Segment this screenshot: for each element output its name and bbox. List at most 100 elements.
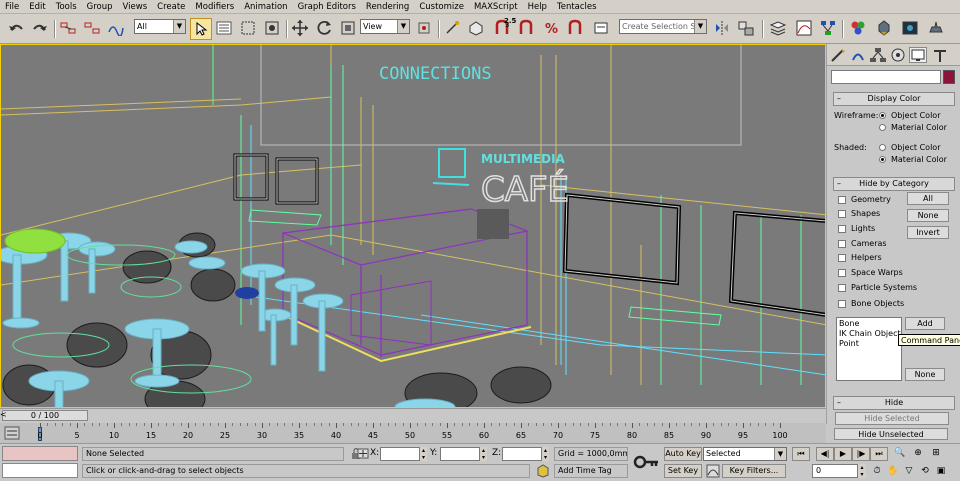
menu-file[interactable]: File <box>0 0 24 14</box>
hide-unselected-button[interactable]: Hide Unselected <box>834 428 948 440</box>
shapes-checkbox[interactable] <box>838 210 846 218</box>
y-spinner[interactable]: ▴ ▾ <box>480 447 487 461</box>
key-filters-button[interactable]: Key Filters... <box>722 464 786 478</box>
material-editor-icon[interactable] <box>848 18 868 38</box>
reference-coordinate-dropdown[interactable]: View ▼ <box>360 19 410 34</box>
select-by-name-icon[interactable] <box>214 18 234 38</box>
play-icon[interactable]: ▶ <box>834 447 852 461</box>
field-of-view-icon[interactable]: ▽ <box>902 464 916 478</box>
menu-rendering[interactable]: Rendering <box>361 0 414 14</box>
time-slider-thumb[interactable]: 0 / 100 <box>2 410 88 421</box>
current-frame-field[interactable]: 0 <box>812 464 858 478</box>
maximize-viewport-icon[interactable]: ▣ <box>934 464 948 478</box>
named-selection-dropdown[interactable]: Create Selection Set ▼ <box>619 19 707 34</box>
display-color-rollout-header[interactable]: – Display Color <box>833 92 955 106</box>
helpers-checkbox[interactable] <box>838 254 846 262</box>
auto-key-button[interactable]: Auto Key <box>664 447 702 461</box>
wireframe-material-color-radio[interactable] <box>879 124 886 131</box>
category-list[interactable]: Bone IK Chain Object Point <box>836 317 902 381</box>
menu-tentacles[interactable]: Tentacles <box>552 0 602 14</box>
menu-views[interactable]: Views <box>118 0 153 14</box>
lights-checkbox[interactable] <box>838 225 846 233</box>
menu-group[interactable]: Group <box>82 0 118 14</box>
pan-icon[interactable]: ✋ <box>886 464 900 478</box>
curve-editor-icon[interactable] <box>794 18 814 38</box>
select-object-icon[interactable] <box>190 18 212 40</box>
rendered-frame-window-icon[interactable] <box>900 18 920 38</box>
object-color-swatch[interactable] <box>943 70 955 84</box>
window-crossing-icon[interactable] <box>262 18 282 38</box>
rectangular-selection-icon[interactable] <box>238 18 258 38</box>
hide-by-category-rollout-header[interactable]: – Hide by Category <box>833 177 955 191</box>
next-frame-icon[interactable]: |▶ <box>852 447 870 461</box>
set-key-button[interactable]: Set Key <box>664 464 702 478</box>
geometry-checkbox[interactable] <box>838 196 846 204</box>
select-and-move-icon[interactable] <box>290 18 310 38</box>
space-warps-checkbox[interactable] <box>838 269 846 277</box>
time-slider-track[interactable]: 0 / 100 < <box>0 408 826 422</box>
z-spinner[interactable]: ▴ ▾ <box>542 447 549 461</box>
hide-none-button[interactable]: None <box>907 209 949 222</box>
hierarchy-tab-icon[interactable] <box>869 47 887 63</box>
pivot-center-icon[interactable] <box>414 18 434 38</box>
utilities-tab-icon[interactable] <box>931 47 949 63</box>
time-tag-icon[interactable] <box>536 464 550 478</box>
motion-tab-icon[interactable] <box>889 47 907 63</box>
maxscript-listener-field[interactable] <box>2 446 78 461</box>
key-tangents-icon[interactable] <box>706 464 720 478</box>
menu-tools[interactable]: Tools <box>51 0 82 14</box>
menu-animation[interactable]: Animation <box>239 0 292 14</box>
track-bar[interactable]: 0 5 10 15 20 25 30 35 40 45 50 55 60 65 70 75 80 85 90 95 10… <box>0 423 826 443</box>
redo-icon[interactable] <box>30 18 50 38</box>
go-to-start-icon[interactable]: ⏮ <box>792 447 810 461</box>
select-and-manipulate-icon[interactable] <box>442 18 462 38</box>
x-coordinate-field[interactable] <box>380 447 420 461</box>
absolute-mode-icon[interactable] <box>356 447 370 460</box>
bone-objects-checkbox[interactable] <box>838 300 846 308</box>
unlink-selection-icon[interactable] <box>82 18 102 38</box>
list-none-button[interactable]: None <box>905 368 945 381</box>
perspective-viewport[interactable]: CONNECTIONS MULTIMEDIA CAFÉ <box>0 44 826 408</box>
list-item[interactable]: Point <box>839 339 859 348</box>
hide-invert-button[interactable]: Invert <box>907 226 949 239</box>
percent-snap-icon[interactable]: % <box>542 18 562 38</box>
hide-all-button[interactable]: All <box>907 192 949 205</box>
zoom-all-icon[interactable]: ⊕ <box>910 447 926 461</box>
key-mode-dropdown[interactable]: Selected ▼ <box>703 447 787 461</box>
set-key-icon[interactable] <box>632 450 660 474</box>
object-name-field[interactable] <box>831 70 941 84</box>
hide-rollout-header[interactable]: – Hide <box>833 396 955 410</box>
named-selection-edit-icon[interactable] <box>592 18 612 38</box>
layer-manager-icon[interactable] <box>768 18 788 38</box>
quick-render-icon[interactable] <box>926 18 946 38</box>
undo-icon[interactable] <box>6 18 26 38</box>
display-tab-icon[interactable] <box>909 47 927 63</box>
zoom-icon[interactable]: 🔍 <box>892 447 908 461</box>
menu-create[interactable]: Create <box>152 0 190 14</box>
menu-maxscript[interactable]: MAXScript <box>469 0 523 14</box>
wireframe-object-color-radio[interactable] <box>879 112 886 119</box>
menu-customize[interactable]: Customize <box>414 0 469 14</box>
render-setup-icon[interactable] <box>874 18 894 38</box>
x-spinner[interactable]: ▴ ▾ <box>420 447 427 461</box>
zoom-extents-icon[interactable]: ⊞ <box>928 447 944 461</box>
schematic-view-icon[interactable] <box>818 18 838 38</box>
slider-prev-icon[interactable]: < <box>0 410 10 421</box>
orbit-icon[interactable]: ⟲ <box>918 464 932 478</box>
spinner-snap-icon[interactable] <box>566 18 586 38</box>
angle-snap-icon[interactable] <box>518 18 538 38</box>
menu-help[interactable]: Help <box>523 0 552 14</box>
align-icon[interactable] <box>736 18 756 38</box>
select-and-link-icon[interactable] <box>58 18 78 38</box>
previous-frame-icon[interactable]: ◀| <box>816 447 834 461</box>
cameras-checkbox[interactable] <box>838 240 846 248</box>
add-category-button[interactable]: Add <box>905 317 945 330</box>
selection-filter-dropdown[interactable]: All ▼ <box>134 19 186 34</box>
mini-curve-editor-icon[interactable] <box>4 426 20 440</box>
frame-spinner[interactable]: ▴ ▾ <box>858 464 866 478</box>
list-item[interactable]: IK Chain Object <box>839 329 901 338</box>
add-time-tag[interactable]: Add Time Tag <box>554 464 628 478</box>
z-coordinate-field[interactable] <box>502 447 542 461</box>
y-coordinate-field[interactable] <box>440 447 480 461</box>
go-to-end-icon[interactable]: ⏭ <box>870 447 888 461</box>
